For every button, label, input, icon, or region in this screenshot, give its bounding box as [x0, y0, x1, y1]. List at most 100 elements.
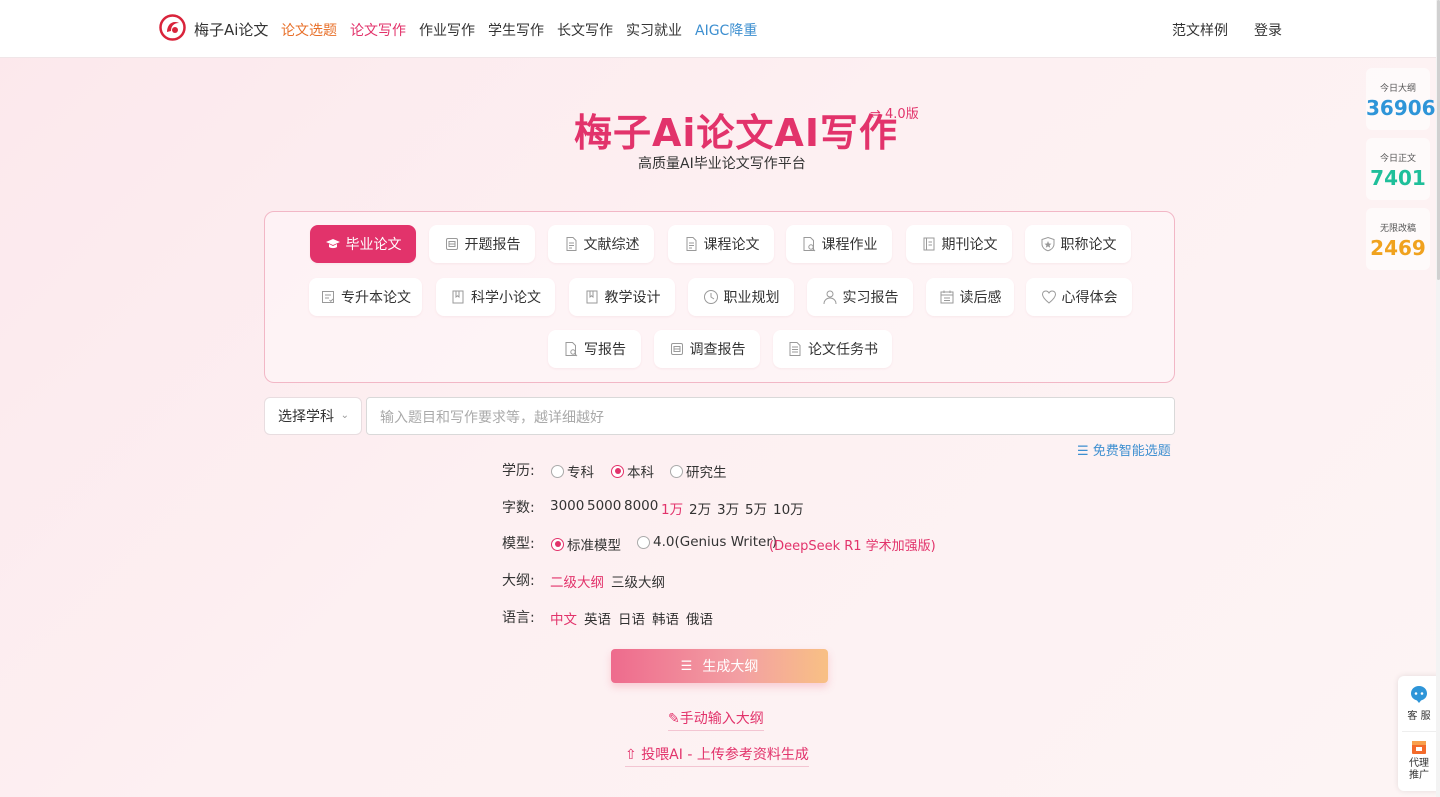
writing-type-label: 开题报告 — [464, 237, 521, 253]
radio-icon — [551, 537, 564, 551]
nav-link[interactable]: 长文写作 — [557, 20, 613, 40]
customer-service-button[interactable]: 客 服 — [1398, 682, 1440, 722]
hero-subtitle: 高质量AI毕业论文写作平台 — [638, 156, 806, 172]
writing-type-button[interactable]: 期刊论文 — [906, 225, 1012, 263]
document-search-icon — [801, 236, 817, 252]
nav-link[interactable]: 作业写作 — [419, 20, 475, 40]
education-radio[interactable]: 本科 — [611, 461, 654, 481]
stat-value: 2469 — [1370, 236, 1426, 260]
writing-type-label: 科学小论文 — [471, 290, 541, 306]
model-choice-label: 4.0(Genius Writer) — [653, 534, 778, 550]
stat-card: 今日正文 7401 — [1366, 138, 1430, 200]
writing-type-button[interactable]: 论文任务书 — [773, 330, 892, 368]
brand-name[interactable]: 梅子Ai论文 — [194, 19, 268, 40]
writing-type-button[interactable]: 课程作业 — [786, 225, 892, 263]
nav-link[interactable]: AIGC降重 — [695, 20, 757, 40]
list-icon — [787, 341, 803, 357]
subject-select[interactable]: 选择学科 ⌄ — [264, 397, 362, 435]
writing-type-button[interactable]: 调查报告 — [654, 330, 760, 368]
top-navbar: 梅子Ai论文 论文选题 论文写作 作业写作 学生写作 长文写作 实习就业 AIGC降重 范文… — [0, 0, 1440, 58]
writing-type-label: 课程论文 — [703, 237, 760, 253]
agent-promotion-button[interactable]: 代理 推广 — [1398, 736, 1440, 782]
word-count-option[interactable]: 3000 — [550, 498, 584, 514]
list-icon: ☰ — [680, 658, 693, 674]
report-icon — [669, 341, 685, 357]
upload-icon: ⇧ — [625, 747, 642, 763]
word-count-option[interactable]: 8000 — [624, 498, 658, 514]
writing-type-label: 课程作业 — [821, 237, 878, 253]
writing-type-label: 教学设计 — [604, 290, 661, 306]
writing-type-label: 论文任务书 — [808, 342, 878, 358]
bookmark-icon — [450, 289, 466, 305]
word-count-option[interactable]: 1万 — [661, 498, 683, 518]
radio-icon — [637, 535, 650, 549]
outline-level-option[interactable]: 三级大纲 — [611, 571, 665, 591]
writing-type-button[interactable]: 心得体会 — [1026, 278, 1132, 316]
smart-topic-label: 免费智能选题 — [1092, 444, 1171, 459]
writing-type-button[interactable]: 毕业论文 — [310, 225, 416, 263]
model-radio[interactable]: 4.0(Genius Writer) — [637, 534, 777, 550]
model-radio[interactable]: 标准模型 — [551, 534, 621, 554]
education-choice-label: 研究生 — [686, 465, 727, 481]
manual-outline-link[interactable]: ✎手动输入大纲 — [668, 708, 764, 731]
nav-link[interactable]: 论文选题 — [281, 20, 337, 40]
word-count-option[interactable]: 3万 — [717, 498, 739, 518]
topic-input[interactable] — [366, 397, 1175, 435]
writing-type-button[interactable]: 课程论文 — [668, 225, 774, 263]
nav-link[interactable]: 实习就业 — [626, 20, 682, 40]
language-option[interactable]: 韩语 — [652, 608, 679, 628]
logo-icon[interactable] — [159, 14, 186, 41]
agent-label-line1: 代理 — [1409, 758, 1429, 769]
language-option[interactable]: 英语 — [584, 608, 611, 628]
journal-icon — [921, 236, 937, 252]
heart-icon — [1041, 289, 1057, 305]
hero-title: 梅子Ai论文AI写作 — [574, 111, 898, 155]
word-count-option[interactable]: 5000 — [587, 498, 621, 514]
nav-right: 范文样例 登录 — [1146, 20, 1282, 40]
agent-label-line2: 推广 — [1409, 770, 1429, 781]
version-badge: ⇌ 4.0版 — [870, 107, 919, 122]
stat-value: 7401 — [1370, 166, 1426, 190]
writing-type-button[interactable]: 职业规划 — [688, 278, 794, 316]
checklist-icon — [320, 289, 336, 305]
smart-topic-link[interactable]: ☰ 免费智能选题 — [1077, 440, 1171, 459]
language-option[interactable]: 中文 — [550, 608, 577, 628]
writing-type-label: 职业规划 — [723, 290, 780, 306]
writing-type-label: 写报告 — [584, 342, 626, 358]
main-nav: 论文选题 论文写作 作业写作 学生写作 长文写作 实习就业 AIGC降重 — [281, 20, 770, 40]
language-option[interactable]: 俄语 — [686, 608, 713, 628]
model-label: 模型: — [502, 536, 535, 552]
writing-type-label: 实习报告 — [842, 290, 899, 306]
writing-type-button[interactable]: 文献综述 — [548, 225, 654, 263]
outline-level-option[interactable]: 二级大纲 — [550, 571, 604, 591]
writing-type-label: 毕业论文 — [345, 237, 402, 253]
writing-type-button[interactable]: 实习报告 — [807, 278, 913, 316]
education-radio[interactable]: 专科 — [551, 461, 594, 481]
writing-type-label: 职称论文 — [1060, 237, 1117, 253]
writing-type-button[interactable]: 写报告 — [548, 330, 641, 368]
upload-reference-link[interactable]: ⇧ 投喂AI - 上传参考资料生成 — [625, 744, 809, 767]
writing-type-button[interactable]: 职称论文 — [1025, 225, 1131, 263]
login-link[interactable]: 登录 — [1254, 20, 1282, 40]
chat-bubble-icon — [1411, 686, 1427, 703]
nav-link[interactable]: 论文写作 — [350, 20, 406, 40]
writing-type-button[interactable]: 读后感 — [926, 278, 1014, 316]
education-radio[interactable]: 研究生 — [670, 461, 727, 481]
sample-essays-link[interactable]: 范文样例 — [1172, 20, 1228, 40]
word-count-option[interactable]: 5万 — [745, 498, 767, 518]
writing-type-button[interactable]: 专升本论文 — [309, 278, 422, 316]
nav-link[interactable]: 学生写作 — [488, 20, 544, 40]
dock-divider — [1402, 731, 1436, 732]
words-label: 字数: — [502, 500, 535, 516]
writing-type-label: 心得体会 — [1061, 290, 1118, 306]
generate-outline-button[interactable]: ☰ 生成大纲 — [611, 649, 828, 683]
word-count-option[interactable]: 2万 — [689, 498, 711, 518]
word-count-option[interactable]: 10万 — [773, 498, 804, 518]
writing-type-button[interactable]: 教学设计 — [569, 278, 675, 316]
writing-type-button[interactable]: 开题报告 — [429, 225, 535, 263]
clock-icon — [703, 289, 719, 305]
language-option[interactable]: 日语 — [618, 608, 645, 628]
document-search-icon — [563, 341, 579, 357]
user-icon — [822, 289, 838, 305]
writing-type-button[interactable]: 科学小论文 — [436, 278, 555, 316]
